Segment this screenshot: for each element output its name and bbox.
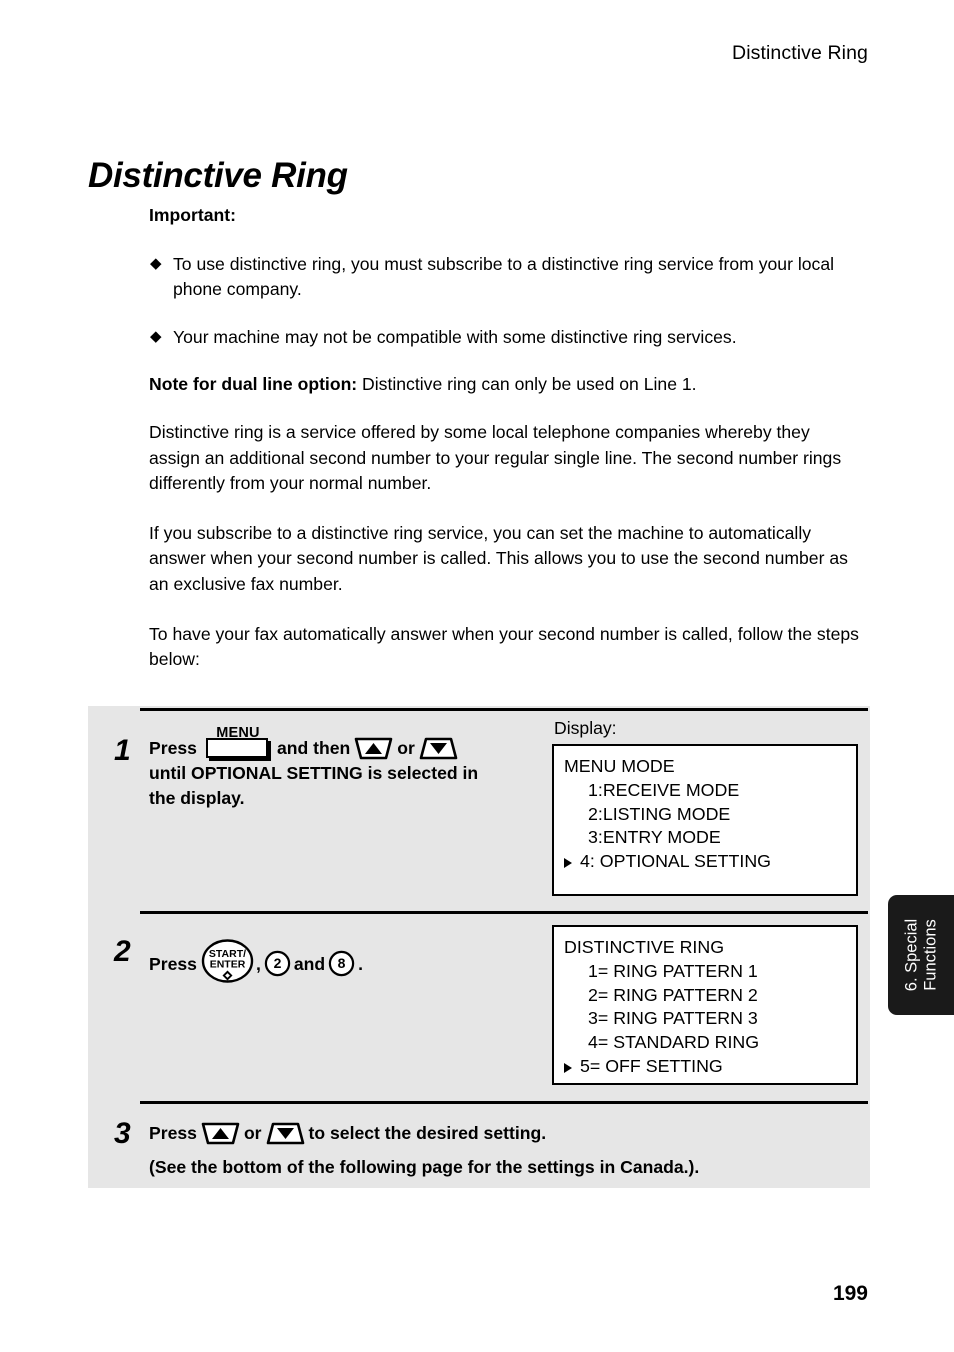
step-instruction: Press START/ ENTER , 2 and 8 . <box>149 939 559 983</box>
intro-prose: Important: ◆ To use distinctive ring, yo… <box>149 203 859 697</box>
body-paragraph: To have your fax automatically answer wh… <box>149 623 859 670</box>
menu-key-body <box>205 738 268 758</box>
body-paragraph: Distinctive ring is a service offered by… <box>149 421 842 494</box>
lcd-line: 2:LISTING MODE <box>554 803 856 827</box>
start-enter-key-icon[interactable]: START/ ENTER <box>201 939 254 983</box>
lcd-line: 3= RING PATTERN 3 <box>554 1007 856 1031</box>
press-label: Press <box>149 954 197 974</box>
lcd-line: 1= RING PATTERN 1 <box>554 960 856 984</box>
comma-label: , <box>255 954 261 974</box>
thumb-tab-line-1: 6. Special <box>902 918 921 992</box>
lcd-line-text: MENU MODE <box>564 756 675 776</box>
lcd-line-text: 5= OFF SETTING <box>580 1055 723 1076</box>
panel-divider <box>140 1101 868 1104</box>
step-number: 2 <box>114 935 131 968</box>
display-label: Display: <box>554 718 617 738</box>
numeric-key-8-icon[interactable]: 8 <box>328 950 355 977</box>
chapter-thumb-tab: 6. Special Functions <box>888 895 954 1015</box>
diamond-bullet-icon: ◆ <box>150 254 162 272</box>
step-instruction-line: until OPTIONAL SETTING is selected in <box>149 763 479 783</box>
lcd-line-text: 1:RECEIVE MODE <box>588 779 740 800</box>
or-label: or <box>243 1123 262 1143</box>
step3-tail-label: to select the desired setting. <box>308 1123 547 1143</box>
selection-caret-icon <box>564 858 572 869</box>
selection-caret-icon <box>564 1062 572 1073</box>
lcd-line-selected: 4: OPTIONAL SETTING <box>554 850 856 874</box>
lcd-line-selected: 5= OFF SETTING <box>554 1055 856 1079</box>
and-label: and <box>293 954 326 974</box>
lcd-line-text: DISTINCTIVE RING <box>564 937 725 957</box>
important-label: Important: <box>149 205 236 225</box>
arrow-up-key-icon[interactable] <box>200 1121 241 1146</box>
page-number: 199 <box>832 1282 868 1305</box>
svg-text:2: 2 <box>273 955 281 971</box>
period-label: . <box>358 954 363 974</box>
running-head: Distinctive Ring <box>732 42 868 64</box>
thumb-tab-line-2: Functions <box>921 919 939 991</box>
lcd-display-step2: DISTINCTIVE RING 1= RING PATTERN 1 2= RI… <box>552 925 858 1085</box>
svg-text:8: 8 <box>338 955 346 971</box>
lcd-line-text: 2:LISTING MODE <box>588 803 731 824</box>
lcd-line: 3:ENTRY MODE <box>554 826 856 850</box>
and-then-label: and then <box>276 738 351 758</box>
bullet-item: ◆ Your machine may not be compatible wit… <box>149 325 859 351</box>
or-label: or <box>397 738 415 758</box>
step-number: 3 <box>114 1117 131 1150</box>
arrow-down-key-icon[interactable] <box>418 736 459 761</box>
step-instruction-line: the display. <box>149 787 245 808</box>
press-label: Press <box>149 738 197 758</box>
lcd-line: MENU MODE <box>554 755 856 779</box>
step-number: 1 <box>114 734 131 767</box>
step-instruction: Press or to select the desired setting. … <box>149 1121 849 1180</box>
lcd-line: DISTINCTIVE RING <box>554 936 856 960</box>
lcd-display-step1: MENU MODE 1:RECEIVE MODE 2:LISTING MODE … <box>552 744 858 896</box>
lcd-line-text: 3= RING PATTERN 3 <box>588 1008 758 1029</box>
thumb-tab-text: 6. Special Functions <box>903 919 940 991</box>
note-text: Distinctive ring can only be used on Lin… <box>357 374 697 395</box>
lcd-line: 2= RING PATTERN 2 <box>554 984 856 1008</box>
diamond-bullet-icon: ◆ <box>150 327 162 345</box>
panel-divider <box>140 911 868 914</box>
arrow-down-key-icon[interactable] <box>265 1121 306 1146</box>
panel-divider <box>140 708 868 711</box>
svg-text:ENTER: ENTER <box>210 959 246 971</box>
bullet-item: ◆ To use distinctive ring, you must subs… <box>149 252 859 303</box>
press-label: Press <box>149 1123 197 1143</box>
lcd-line: 4= STANDARD RING <box>554 1031 856 1055</box>
step-instruction-line: (See the bottom of the following page fo… <box>149 1157 700 1177</box>
menu-key-icon[interactable]: MENU <box>205 725 270 758</box>
procedure-panel: 1 Press MENU and then or until OPTIONAL … <box>88 706 870 1188</box>
dual-line-note: Note for dual line option: Distinctive r… <box>149 372 859 398</box>
arrow-up-key-icon[interactable] <box>353 736 394 761</box>
note-label: Note for dual line option: <box>149 374 358 395</box>
lcd-line-text: 3:ENTRY MODE <box>588 827 721 848</box>
lcd-line-text: 4= STANDARD RING <box>588 1032 760 1053</box>
lcd-line: 1:RECEIVE MODE <box>554 779 856 803</box>
bullet-text: Your machine may not be compatible with … <box>173 326 737 347</box>
lcd-line-text: 1= RING PATTERN 1 <box>588 960 758 981</box>
lcd-line-text: 4: OPTIONAL SETTING <box>580 851 772 872</box>
body-paragraph: If you subscribe to a distinctive ring s… <box>149 522 848 594</box>
numeric-key-2-icon[interactable]: 2 <box>264 950 291 977</box>
lcd-line-text: 2= RING PATTERN 2 <box>588 984 758 1005</box>
bullet-text: To use distinctive ring, you must subscr… <box>173 253 835 300</box>
page-title: Distinctive Ring <box>88 156 348 196</box>
step-instruction: Press MENU and then or until OPTIONAL SE… <box>149 725 559 810</box>
